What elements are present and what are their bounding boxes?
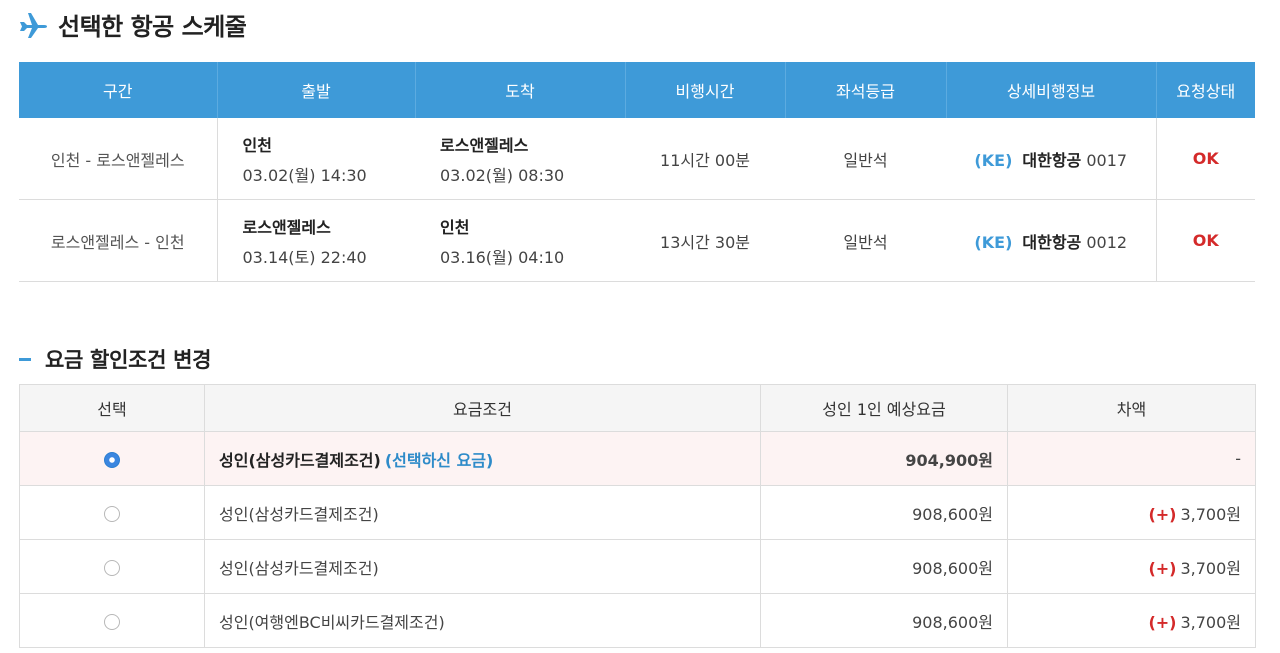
col-departure: 출발 [217, 62, 416, 118]
fare-diff-value: 3,700원 [1180, 558, 1241, 578]
col-route: 구간 [19, 62, 218, 118]
airline-code: (KE) [974, 150, 1013, 170]
fare-row[interactable]: 성인(여행엔BC비씨카드결제조건) 908,600원 (+) 3,700원 [19, 593, 1256, 648]
fare-radio-selected[interactable] [104, 451, 120, 468]
airplane-icon [20, 13, 47, 38]
route-cell: 로스앤젤레스 - 인천 [19, 199, 218, 282]
fare-diff-value: 3,700원 [1180, 612, 1241, 632]
fare-row[interactable]: 성인(삼성카드결제조건) 908,600원 (+) 3,700원 [19, 539, 1256, 594]
schedule-row: 인천 - 로스앤젤레스 인천 03.02(월) 14:30 로스앤젤레스 03.… [19, 118, 1255, 200]
schedule-header: 선택한 항공 스케줄 [18, 8, 247, 41]
fare-price: 908,600원 [760, 485, 1008, 540]
fare-diff-value: - [1235, 449, 1241, 468]
arrival-time: 03.02(월) 08:30 [440, 165, 565, 185]
duration-cell: 11시간 00분 [625, 118, 785, 200]
schedule-title: 선택한 항공 스케줄 [58, 12, 247, 41]
route-cell: 인천 - 로스앤젤레스 [19, 118, 218, 200]
schedule-table: 구간 출발 도착 비행시간 좌석등급 상세비행정보 요청상태 인천 - 로스앤젤… [19, 62, 1255, 282]
diff-plus-sign: (+) [1148, 558, 1177, 578]
diff-plus-sign: (+) [1148, 612, 1177, 632]
arrival-time: 03.16(월) 04:10 [440, 247, 565, 267]
col-arrival: 도착 [415, 62, 626, 118]
status-cell: OK [1155, 118, 1255, 200]
condition-cell: 성인(삼성카드결제조건) [204, 485, 761, 540]
duration-cell: 13시간 30분 [625, 199, 785, 282]
airline-code: (KE) [974, 232, 1013, 252]
schedule-row: 로스앤젤레스 - 인천 로스앤젤레스 03.14(토) 22:40 인천 03.… [19, 199, 1255, 282]
arrival-cell: 로스앤젤레스 03.02(월) 08:30 [415, 118, 625, 200]
col-price: 성인 1인 예상요금 [760, 384, 1008, 432]
flight-info-cell[interactable]: (KE) 대한항공 0012 [946, 199, 1156, 282]
fare-price: 904,900원 [760, 431, 1008, 486]
airline-name: 대한항공 [1022, 232, 1082, 252]
fare-diff: (+) 3,700원 [1007, 593, 1256, 648]
condition-cell: 성인(삼성카드결제조건) (선택하신 요금) [204, 431, 761, 486]
arrival-city: 인천 [440, 217, 470, 237]
fare-radio[interactable] [104, 505, 120, 522]
status-badge: OK [1192, 231, 1219, 250]
departure-city: 로스앤젤레스 [242, 217, 331, 237]
fare-table: 선택 요금조건 성인 1인 예상요금 차액 성인(삼성카드결제조건) (선택하신 … [19, 384, 1256, 648]
arrival-cell: 인천 03.16(월) 04:10 [415, 199, 625, 282]
fare-section-header: 요금 할인조건 변경 [19, 344, 211, 374]
fare-price: 908,600원 [760, 593, 1008, 648]
fare-condition: 성인(여행엔BC비씨카드결제조건) [219, 612, 445, 632]
fare-diff-value: 3,700원 [1180, 504, 1241, 524]
schedule-header-row: 구간 출발 도착 비행시간 좌석등급 상세비행정보 요청상태 [19, 62, 1255, 118]
col-condition: 요금조건 [204, 384, 761, 432]
condition-cell: 성인(여행엔BC비씨카드결제조건) [204, 593, 761, 648]
diff-plus-sign: (+) [1148, 504, 1177, 524]
flight-number: 0012 [1086, 232, 1128, 252]
chosen-fare-label: (선택하신 요금) [384, 450, 494, 470]
select-cell [19, 485, 205, 540]
departure-time: 03.14(토) 22:40 [242, 247, 367, 267]
departure-time: 03.02(월) 14:30 [242, 165, 367, 185]
col-duration: 비행시간 [625, 62, 786, 118]
fare-radio[interactable] [104, 613, 120, 630]
col-status: 요청상태 [1156, 62, 1255, 118]
seat-class-cell: 일반석 [785, 118, 946, 200]
select-cell [19, 539, 205, 594]
fare-price: 908,600원 [760, 539, 1008, 594]
status-cell: OK [1155, 199, 1255, 282]
fare-row[interactable]: 성인(삼성카드결제조건) 908,600원 (+) 3,700원 [19, 485, 1256, 540]
select-cell [19, 431, 205, 486]
flight-info-cell[interactable]: (KE) 대한항공 0017 [946, 118, 1156, 200]
section-dash-icon [19, 357, 31, 361]
seat-class-cell: 일반석 [785, 199, 946, 282]
col-diff: 차액 [1007, 384, 1256, 432]
status-badge: OK [1192, 149, 1219, 168]
fare-radio[interactable] [104, 559, 120, 576]
col-select: 선택 [19, 384, 205, 432]
fare-row[interactable]: 성인(삼성카드결제조건) (선택하신 요금) 904,900원 - [19, 431, 1256, 486]
fare-condition: 성인(삼성카드결제조건) [219, 558, 379, 578]
fare-diff: (+) 3,700원 [1007, 485, 1256, 540]
departure-city: 인천 [242, 135, 272, 155]
departure-cell: 인천 03.02(월) 14:30 [217, 118, 415, 200]
fare-condition: 성인(삼성카드결제조건) [219, 504, 379, 524]
fare-section-title: 요금 할인조건 변경 [45, 348, 212, 372]
select-cell [19, 593, 205, 648]
fare-header-row: 선택 요금조건 성인 1인 예상요금 차액 [19, 384, 1256, 432]
fare-condition: 성인(삼성카드결제조건) [219, 450, 381, 470]
col-flight-info: 상세비행정보 [946, 62, 1157, 118]
airline-name: 대한항공 [1022, 150, 1082, 170]
col-seat-class: 좌석등급 [785, 62, 947, 118]
fare-diff: - [1007, 431, 1256, 486]
flight-number: 0017 [1086, 150, 1128, 170]
condition-cell: 성인(삼성카드결제조건) [204, 539, 761, 594]
departure-cell: 로스앤젤레스 03.14(토) 22:40 [217, 199, 415, 282]
fare-diff: (+) 3,700원 [1007, 539, 1256, 594]
arrival-city: 로스앤젤레스 [440, 135, 529, 155]
